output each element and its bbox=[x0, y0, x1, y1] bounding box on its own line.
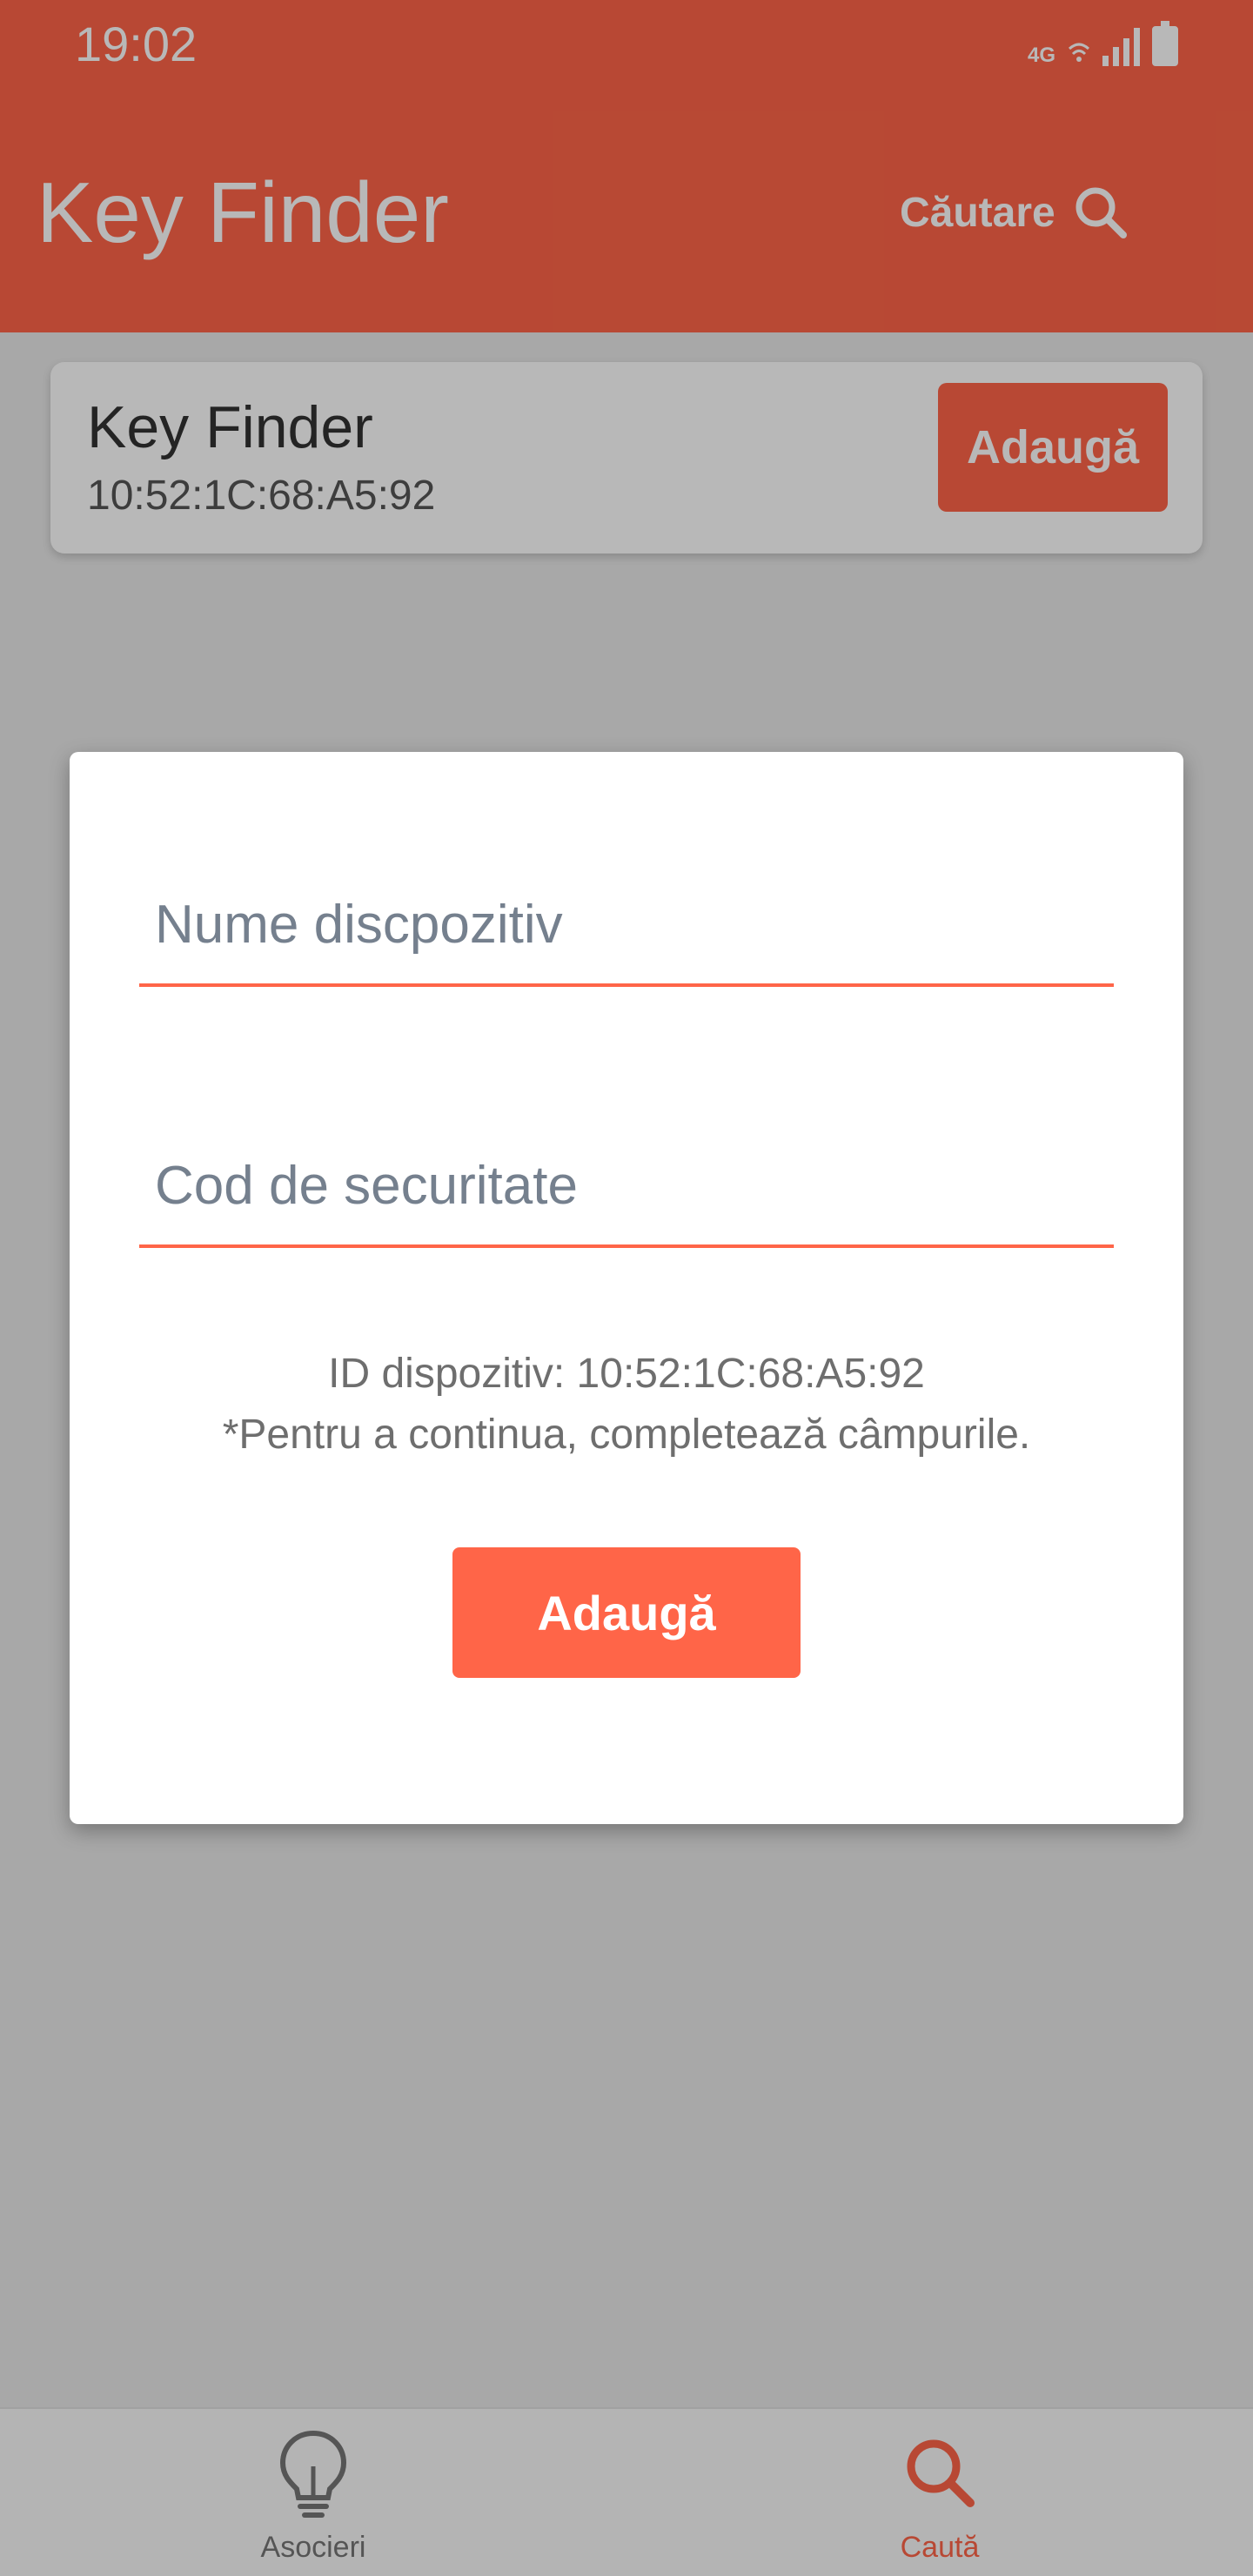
device-id-line: ID dispozitiv: 10:52:1C:68:A5:92 bbox=[328, 1351, 925, 1397]
security-code-input[interactable] bbox=[139, 1126, 1114, 1248]
add-device-dialog: ID dispozitiv: 10:52:1C:68:A5:92 *Pentru… bbox=[70, 752, 1183, 1824]
fill-fields-hint: *Pentru a continua, completează câmpuril… bbox=[222, 1412, 1031, 1458]
device-id-info: ID dispozitiv: 10:52:1C:68:A5:92 *Pentru… bbox=[70, 1344, 1183, 1466]
device-name-input[interactable] bbox=[139, 865, 1114, 987]
device-name-field-wrapper bbox=[139, 865, 1114, 996]
dialog-add-button[interactable]: Adaugă bbox=[452, 1547, 801, 1678]
security-code-field-wrapper bbox=[139, 1126, 1114, 1257]
